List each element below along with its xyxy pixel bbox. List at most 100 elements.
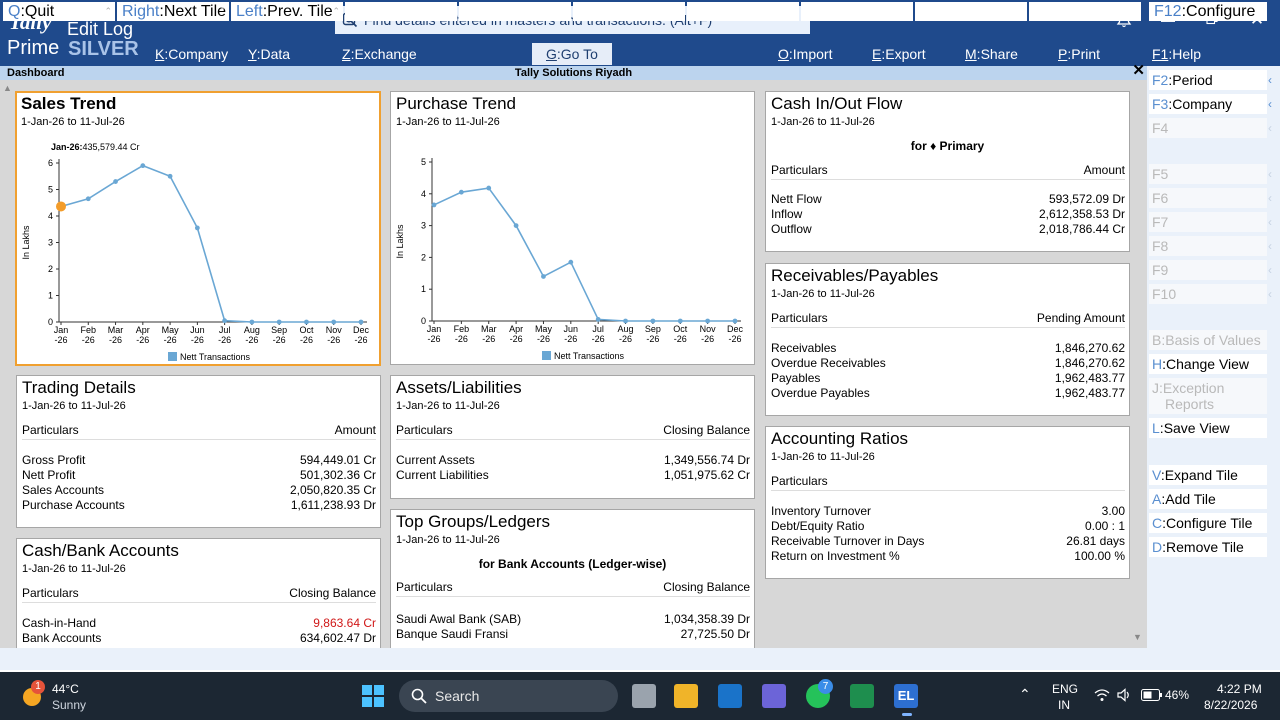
x-tick-label: Feb	[454, 324, 470, 334]
table-row[interactable]: Sales Accounts 2,050,820.35 Cr	[22, 483, 376, 498]
table-row[interactable]: Current Assets 1,349,556.74 Dr	[396, 453, 750, 468]
taskbar-search[interactable]: Search	[399, 680, 618, 712]
table-row[interactable]: Overdue Receivables 1,846,270.62	[771, 356, 1125, 371]
legend-label: Nett Transactions	[180, 352, 251, 362]
button-add-tile[interactable]: A:Add Tile	[1149, 489, 1267, 509]
menu-goto[interactable]: G:Go To	[532, 43, 612, 65]
menu-label: Company	[168, 46, 229, 62]
table-row[interactable]: Bank Accounts 634,602.47 Dr	[22, 631, 376, 646]
scroll-up-icon[interactable]: ▲	[3, 83, 12, 93]
shortcut-key: F4	[1152, 120, 1169, 136]
menu-company[interactable]: K:Company	[155, 45, 228, 63]
button-remove-tile[interactable]: D:Remove Tile	[1149, 537, 1267, 557]
row-label: Inflow	[771, 207, 803, 221]
table-row[interactable]: Saudi Awal Bank (SAB) 1,034,358.39 Dr	[396, 612, 750, 627]
scroll-down-icon[interactable]: ▼	[1133, 632, 1142, 642]
teams-icon[interactable]	[762, 684, 786, 708]
task-view-icon[interactable]	[632, 684, 656, 708]
menu-label: Exchange	[354, 46, 417, 62]
tile-accounting-ratios[interactable]: Accounting Ratios 1-Jan-26 to 11-Jul-26 …	[765, 426, 1130, 579]
table-row[interactable]: Receivables 1,846,270.62	[771, 341, 1125, 356]
excel-icon[interactable]	[850, 684, 874, 708]
bottom-button-configure[interactable]: F12:Configure	[1149, 2, 1267, 21]
table-row[interactable]: Nett Flow 593,572.09 Dr	[771, 192, 1125, 207]
x-tick-label: -26	[674, 334, 687, 344]
button-period[interactable]: F2:Period	[1149, 70, 1267, 90]
data-point	[732, 318, 738, 324]
language-line-2[interactable]: IN	[1058, 698, 1070, 712]
volume-icon[interactable]	[1117, 688, 1131, 702]
menu-exchange[interactable]: Z:Exchange	[342, 45, 417, 63]
tile-cash-bank-accounts[interactable]: Cash/Bank Accounts 1-Jan-26 to 11-Jul-26…	[16, 538, 381, 650]
outlook-icon[interactable]	[718, 684, 742, 708]
show-hidden-icons[interactable]: ⌃	[1019, 686, 1031, 703]
menu-shortcut-key: O	[778, 46, 789, 62]
menu-share[interactable]: M:Share	[965, 45, 1018, 63]
purchase-trend-chart[interactable]: 012345In LakhsJan-26Feb-26Mar-26Apr-26Ma…	[391, 92, 754, 364]
table-row[interactable]: Payables 1,962,483.77	[771, 371, 1125, 386]
button-configure-tile[interactable]: C:Configure Tile	[1149, 513, 1267, 533]
bottom-button-quit[interactable]: Q:Quit ⌃	[3, 2, 115, 21]
table-row[interactable]: Inflow 2,612,358.53 Dr	[771, 207, 1125, 222]
table-row[interactable]: Banque Saudi Fransi 27,725.50 Dr	[396, 627, 750, 642]
row-value: 1,962,483.77	[1054, 386, 1125, 400]
col-particulars: Particulars	[22, 586, 79, 600]
menu-data[interactable]: Y:Data	[248, 45, 290, 63]
table-row[interactable]: Debt/Equity Ratio 0.00 : 1	[771, 519, 1125, 534]
button-change-view[interactable]: H:Change View	[1149, 354, 1267, 374]
table-row[interactable]: Return on Investment % 100.00 %	[771, 549, 1125, 564]
language-line-1[interactable]: ENG	[1052, 682, 1078, 696]
tile-period: 1-Jan-26 to 11-Jul-26	[22, 563, 126, 575]
battery-icon[interactable]	[1141, 689, 1163, 701]
table-row[interactable]: Gross Profit 594,449.01 Cr	[22, 453, 376, 468]
row-label: Return on Investment %	[771, 549, 900, 563]
table-row[interactable]: Purchase Accounts 1,611,238.93 Dr	[22, 498, 376, 513]
table-row[interactable]: Nett Profit 501,302.36 Cr	[22, 468, 376, 483]
x-tick-label: Feb	[81, 325, 97, 335]
chevron-left-icon[interactable]: ‹	[1268, 70, 1278, 90]
tile-trading-details[interactable]: Trading Details 1-Jan-26 to 11-Jul-26 Pa…	[16, 375, 381, 528]
tally-app-icon[interactable]: EL	[894, 684, 918, 708]
close-dashboard-icon[interactable]: ✕	[1132, 63, 1145, 78]
table-row[interactable]: Receivable Turnover in Days 26.81 days	[771, 534, 1125, 549]
bottom-button-next-tile[interactable]: Right:Next Tile ⌃	[117, 2, 229, 21]
tile-top-groups-ledgers[interactable]: Top Groups/Ledgers 1-Jan-26 to 11-Jul-26…	[390, 509, 755, 650]
table-row[interactable]: Overdue Payables 1,962,483.77	[771, 386, 1125, 401]
button-company[interactable]: F3:Company	[1149, 94, 1267, 114]
tile-cash-flow[interactable]: Cash In/Out Flow 1-Jan-26 to 11-Jul-26 f…	[765, 91, 1130, 252]
x-tick-label: Jul	[592, 324, 604, 334]
table-row[interactable]: Outflow 2,018,786.44 Cr	[771, 222, 1125, 237]
x-tick-label: -26	[82, 335, 95, 345]
tile-purchase-trend[interactable]: Purchase Trend 1-Jan-26 to 11-Jul-26 012…	[390, 91, 755, 365]
button-expand-tile[interactable]: V:Expand Tile	[1149, 465, 1267, 485]
row-label: Saudi Awal Bank (SAB)	[396, 612, 522, 626]
tile-receivables-payables[interactable]: Receivables/Payables 1-Jan-26 to 11-Jul-…	[765, 263, 1130, 416]
button-label: Exception	[1162, 380, 1225, 396]
menu-export[interactable]: E:Export	[872, 45, 926, 63]
weather-condition: Sunny	[52, 698, 87, 712]
table-row[interactable]: Inventory Turnover 3.00	[771, 504, 1125, 519]
x-tick-label: May	[162, 325, 180, 335]
menu-import[interactable]: O:Import	[778, 45, 832, 63]
tile-assets-liabilities[interactable]: Assets/Liabilities 1-Jan-26 to 11-Jul-26…	[390, 375, 755, 499]
windows-start-icon[interactable]	[361, 684, 385, 708]
bottom-button-prev-tile[interactable]: Left:Prev. Tile ⌃	[231, 2, 343, 21]
clock-date[interactable]: 8/22/2026	[1204, 698, 1257, 712]
button-save-view[interactable]: L:Save View	[1149, 418, 1267, 438]
y-tick-label: 5	[421, 157, 426, 167]
chevron-left-icon[interactable]: ‹	[1268, 94, 1278, 114]
sales-trend-chart[interactable]: 0123456In LakhsJan-26Feb-26Mar-26Apr-26M…	[17, 93, 379, 364]
menu-print[interactable]: P:Print	[1058, 45, 1100, 63]
table-row[interactable]: Current Liabilities 1,051,975.62 Cr	[396, 468, 750, 483]
tile-sales-trend[interactable]: Sales Trend 1-Jan-26 to 11-Jul-26 012345…	[15, 91, 381, 366]
menu-help[interactable]: F1:Help	[1152, 45, 1201, 63]
clock-time[interactable]: 4:22 PM	[1217, 682, 1262, 696]
table-row[interactable]: Cash-in-Hand 9,863.64 Cr	[22, 616, 376, 631]
chevron-left-icon: ‹	[1268, 121, 1272, 135]
tile-period: 1-Jan-26 to 11-Jul-26	[771, 116, 875, 128]
shortcut-key: F10	[1152, 286, 1177, 302]
shortcut-key: F7	[1152, 214, 1169, 230]
wifi-icon[interactable]	[1094, 688, 1110, 702]
chevron-left-icon: ‹	[1268, 215, 1272, 229]
file-explorer-icon[interactable]	[674, 684, 698, 708]
